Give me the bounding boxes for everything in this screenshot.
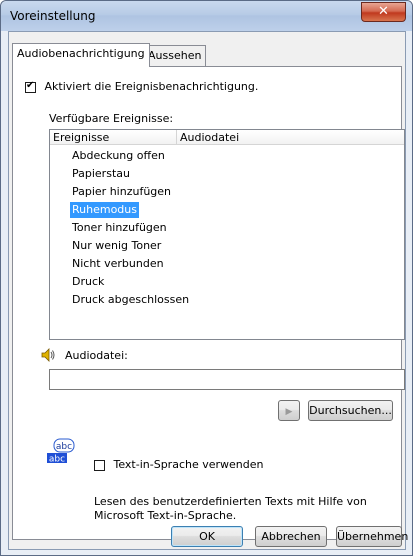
title-bar[interactable]: Voreinstellung ✕ <box>1 1 412 31</box>
enable-notification-label: Aktiviert die Ereignisbenachrichtigung. <box>44 80 259 93</box>
list-item[interactable]: Abdeckung offen <box>70 148 167 164</box>
list-item[interactable]: Druck <box>70 274 106 290</box>
dialog-client: Audiobenachrichtigung Aussehen Aktiviert… <box>8 31 408 550</box>
browse-button[interactable]: Durchsuchen... <box>308 400 393 421</box>
apply-button[interactable]: Übernehmen <box>336 526 408 547</box>
list-item-selected[interactable]: Ruhemodus <box>70 202 139 218</box>
available-events-label: Verfügbare Ereignisse: <box>49 112 174 125</box>
close-button[interactable]: ✕ <box>361 2 406 22</box>
list-item[interactable]: Nicht verbunden <box>70 256 166 272</box>
play-button[interactable]: ▶ <box>278 400 300 421</box>
tab-panel: Aktiviert die Ereignisbenachrichtigung. … <box>12 66 405 540</box>
enable-notification-checkbox[interactable]: Aktiviert die Ereignisbenachrichtigung. <box>25 80 258 93</box>
audiofile-label: Audiodatei: <box>65 349 128 362</box>
close-icon: ✕ <box>378 4 389 19</box>
tts-icon-text-top: abc <box>56 442 72 452</box>
list-item[interactable]: Nur wenig Toner <box>70 238 163 254</box>
list-item[interactable]: Papierstau <box>70 166 132 182</box>
list-item[interactable]: Papier hinzufügen <box>70 184 173 200</box>
tts-checkbox-box[interactable] <box>94 459 105 471</box>
preferences-dialog: Voreinstellung ✕ Audiobenachrichtigung A… <box>0 0 413 556</box>
tab-appearance[interactable]: Aussehen <box>143 45 207 66</box>
text-to-speech-icon: abc abc <box>47 438 75 465</box>
column-header-events[interactable]: Ereignisse <box>50 130 177 145</box>
enable-notification-checkbox-box[interactable] <box>25 80 36 93</box>
cancel-button[interactable]: Abbrechen <box>255 526 327 547</box>
ok-button[interactable]: OK <box>171 526 243 547</box>
tts-checkbox[interactable]: Text-in-Sprache verwenden <box>94 458 263 471</box>
list-item[interactable]: Toner hinzufügen <box>70 220 169 236</box>
column-header-audiofile[interactable]: Audiodatei <box>177 130 404 145</box>
window-title: Voreinstellung <box>10 9 96 23</box>
play-icon: ▶ <box>285 407 293 417</box>
events-list[interactable]: Ereignisse Audiodatei Abdeckung offen Pa… <box>49 129 405 340</box>
tab-audio-notification[interactable]: Audiobenachrichtigung <box>12 43 150 67</box>
tts-checkbox-label: Text-in-Sprache verwenden <box>113 458 264 471</box>
list-item[interactable]: Druck abgeschlossen <box>70 292 191 308</box>
tts-icon-text-bottom: abc <box>49 455 65 465</box>
tts-description: Lesen des benutzerdefinierten Texts mit … <box>94 495 367 522</box>
speaker-icon <box>41 348 55 362</box>
audiofile-input[interactable] <box>49 369 405 390</box>
